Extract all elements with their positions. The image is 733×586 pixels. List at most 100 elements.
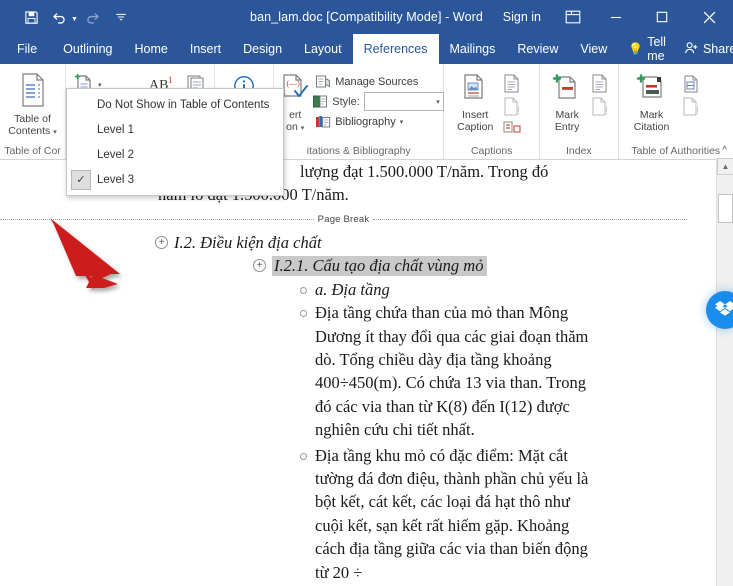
undo-icon[interactable]: [46, 5, 72, 29]
customize-quick-access-toolbar-icon[interactable]: [108, 5, 134, 29]
red-arrow-annotation: [46, 216, 166, 299]
undo-dropdown-caret[interactable]: ▼: [71, 16, 78, 23]
tab-review[interactable]: Review: [506, 34, 569, 64]
dropdown-label-2: Level 2: [97, 148, 135, 161]
dropdown-item-level-1[interactable]: Level 1: [67, 117, 283, 142]
table-of-contents-label-1: Table of: [14, 113, 51, 126]
paragraph-1-text: Địa tầng chứa than của mỏ than Mông Dươn…: [315, 303, 589, 440]
collapse-ribbon-icon[interactable]: ^: [722, 145, 727, 156]
mark-entry-button[interactable]: Mark Entry: [544, 69, 590, 137]
svg-text:(—): (—): [287, 79, 301, 88]
share-person-icon: [684, 41, 699, 58]
mark-citation-label-1: Mark: [639, 109, 664, 122]
title-bar-right-controls: Sign in: [491, 0, 733, 34]
citation-style-select[interactable]: ▾: [363, 92, 444, 111]
table-of-contents-button[interactable]: Table of Contents ▾: [4, 69, 61, 141]
checkmark-icon: ✓: [71, 169, 91, 190]
add-text-dropdown-menu[interactable]: Do Not Show in Table of Contents Level 1…: [66, 88, 284, 196]
tab-references[interactable]: References: [352, 34, 439, 64]
svg-text:1: 1: [168, 75, 173, 85]
tab-file[interactable]: File: [0, 34, 52, 64]
tab-insert[interactable]: Insert: [179, 34, 232, 64]
dropdown-check-placeholder-2: [71, 145, 91, 165]
ribbon-group-label-authorities: Table of Authorities: [631, 145, 721, 157]
insert-citation-chevron-down-icon[interactable]: ▾: [301, 125, 305, 132]
outline-heading-level2[interactable]: + I.2.1. Cấu tạo địa chất vùng mỏ: [253, 254, 711, 277]
scrollbar-thumb[interactable]: [718, 194, 733, 223]
insert-table-of-authorities-icon[interactable]: [681, 73, 701, 94]
citation-style-chevron-down-icon[interactable]: ▾: [436, 98, 440, 106]
mark-entry-label-2: Entry: [554, 121, 580, 134]
bibliography-icon: [315, 114, 331, 129]
mark-citation-button[interactable]: Mark Citation: [623, 69, 681, 137]
style-icon: [312, 94, 328, 109]
outline-heading-level1[interactable]: + I.2. Điều kiện địa chất: [155, 231, 711, 254]
insert-caption-icon: [460, 73, 490, 106]
tab-home[interactable]: Home: [124, 34, 179, 64]
heading-2-text: I.2.1. Cấu tạo địa chất vùng mỏ: [272, 254, 488, 277]
page-break-label: Page Break: [317, 213, 370, 225]
insert-caption-label-1: Insert: [462, 109, 489, 122]
bibliography-chevron-down-icon[interactable]: ▾: [400, 118, 404, 126]
mark-citation-label-2: Citation: [633, 121, 670, 134]
insert-caption-button[interactable]: Insert Caption: [448, 69, 502, 137]
vertical-scrollbar[interactable]: ▲: [716, 158, 733, 586]
word-application-window: ▼ ban_lam.doc [Compatibility Mode] - Wor…: [0, 0, 733, 586]
tab-view[interactable]: View: [569, 34, 618, 64]
manage-sources-icon: [315, 74, 331, 89]
ribbon-tab-bar: File Outlining Home Insert Design Layout…: [0, 34, 733, 64]
table-of-contents-icon: [18, 73, 48, 110]
share-button[interactable]: Share: [676, 34, 733, 64]
style-label: Style:: [332, 95, 360, 108]
outline-sub-a[interactable]: a. Địa tầng: [300, 278, 711, 301]
tab-outlining[interactable]: Outlining: [52, 34, 123, 64]
minimize-button[interactable]: [593, 0, 639, 34]
sign-in-button[interactable]: Sign in: [491, 10, 553, 24]
update-table-of-figures-icon[interactable]: !: [502, 96, 522, 117]
close-button[interactable]: [685, 0, 733, 34]
sub-a-text: a. Địa tầng: [315, 279, 390, 299]
tell-me-search[interactable]: 💡 Tell me: [618, 34, 676, 64]
update-index-icon[interactable]: !: [590, 96, 610, 117]
outline-paragraph-2[interactable]: Địa tầng khu mỏ có đặc điểm: Mặt cắt tườ…: [300, 444, 711, 585]
dropdown-item-do-not-show[interactable]: Do Not Show in Table of Contents: [67, 92, 283, 117]
tell-me-label: Tell me: [647, 35, 666, 63]
share-label: Share: [702, 42, 733, 56]
dropdown-label-1: Level 1: [97, 123, 135, 136]
save-icon[interactable]: [18, 5, 44, 29]
insert-index-icon[interactable]: [590, 73, 610, 94]
insert-caption-label-2: Caption: [457, 121, 494, 134]
scroll-up-button[interactable]: ▲: [717, 158, 733, 175]
ribbon-group-captions: Insert Caption ! Captions: [444, 64, 541, 159]
chevron-down-icon[interactable]: ▾: [53, 129, 57, 136]
insert-table-of-figures-icon[interactable]: [502, 73, 522, 94]
heading-1-text: I.2. Điều kiện địa chất: [174, 232, 322, 252]
bibliography-button[interactable]: Bibliography ▾: [312, 112, 444, 131]
tab-mailings[interactable]: Mailings: [439, 34, 507, 64]
update-table-of-authorities-icon[interactable]: !: [681, 96, 701, 117]
cross-reference-icon[interactable]: [502, 119, 522, 135]
ribbon-group-label-captions: Captions: [470, 145, 513, 157]
maximize-button[interactable]: [639, 0, 685, 34]
ribbon-group-index: Mark Entry ! Index: [540, 64, 619, 159]
outline-expand-icon-2[interactable]: +: [253, 259, 266, 273]
lightbulb-icon: 💡: [628, 42, 644, 56]
dropdown-item-level-3[interactable]: ✓ Level 3: [67, 167, 283, 192]
ribbon-group-table-of-contents: Table of Contents ▾ Table of Cor: [0, 64, 66, 159]
title-bar: ▼ ban_lam.doc [Compatibility Mode] - Wor…: [0, 0, 733, 34]
outline-bullet-icon-p1[interactable]: [300, 310, 307, 318]
dropdown-check-placeholder-1: [71, 120, 91, 140]
outline-bullet-icon[interactable]: [300, 286, 307, 294]
dropdown-item-level-2[interactable]: Level 2: [67, 142, 283, 167]
tab-design[interactable]: Design: [232, 34, 293, 64]
manage-sources-button[interactable]: Manage Sources: [312, 72, 444, 91]
insert-citation-icon: (—): [280, 73, 310, 106]
tab-layout[interactable]: Layout: [293, 34, 353, 64]
ribbon-group-table-of-authorities: Mark Citation ! Table of Authorities ^: [619, 64, 733, 159]
outline-bullet-icon-p2[interactable]: [300, 452, 307, 460]
ribbon-group-label-citations: itations & Bibliography: [306, 145, 411, 157]
ribbon-display-options-icon[interactable]: [553, 0, 593, 34]
outline-paragraph-1[interactable]: Địa tầng chứa than của mỏ than Mông Dươn…: [300, 301, 711, 442]
mark-citation-icon: [636, 73, 668, 106]
ribbon-group-label-index: Index: [566, 145, 592, 157]
